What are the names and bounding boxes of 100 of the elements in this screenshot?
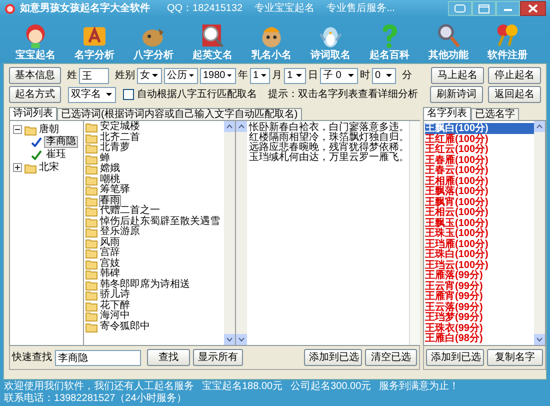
close-icon	[528, 4, 538, 13]
dropdown[interactable]: 1	[284, 68, 306, 84]
list-item[interactable]: 风雨	[99, 238, 121, 248]
poem-line: 远路应悲春晼晚，残宵犹得梦依稀。	[249, 143, 409, 153]
list-item[interactable]: 嫦娥	[99, 164, 121, 174]
dropdown[interactable]: 双字名	[68, 86, 116, 102]
list-item[interactable]: 悼伤后赴东蜀辟至散关遇雪	[99, 216, 221, 227]
dropdown[interactable]: 子 0	[320, 68, 358, 84]
list-item[interactable]: 筹笔驿	[99, 185, 131, 196]
folder-icon	[85, 216, 98, 228]
tree-item[interactable]: 李商隐	[44, 136, 78, 148]
caret-icon	[386, 74, 392, 77]
scroll-up-icon	[224, 121, 235, 132]
tree-item[interactable]: 崔珏	[44, 150, 68, 160]
header-text: 专业宝宝起名	[254, 4, 315, 14]
list-item[interactable]: 韩冬郎即席为诗相送	[99, 280, 191, 290]
back-button[interactable]: 返回起名	[488, 86, 541, 103]
dropdown[interactable]: 女	[137, 68, 162, 84]
search-field[interactable]: 李商隐	[55, 350, 141, 366]
list-item[interactable]: 北青萝	[99, 143, 131, 154]
close-button[interactable]	[520, 1, 546, 16]
checkbox-label: 自动根据八字五行匹配取名	[137, 90, 257, 100]
info-button[interactable]: 基本信息	[9, 67, 61, 84]
list-item[interactable]: 王珰雁(100分)	[425, 238, 534, 249]
list-item[interactable]: 王相云(100分)	[425, 207, 534, 218]
expand-icon[interactable]	[13, 163, 22, 172]
list-item[interactable]: 宫妓	[99, 258, 121, 269]
search-button[interactable]: 查找	[147, 349, 190, 366]
folder-icon	[85, 142, 98, 154]
tree-item[interactable]: 唐朝	[39, 124, 59, 134]
window-button[interactable]	[472, 1, 496, 16]
list-item[interactable]: 王珠衣(99分)	[425, 322, 534, 333]
window-button[interactable]	[448, 1, 472, 16]
list-item[interactable]: 骄儿诗	[99, 290, 131, 300]
method-button[interactable]: 起名方式	[9, 86, 61, 103]
add-button[interactable]: 添加到已选	[304, 349, 362, 366]
list-item[interactable]: 王珰云(100分)	[425, 260, 534, 270]
tab[interactable]: 已选诗词(根据诗词内容或自己输入文字自动匹配取名)	[57, 108, 302, 120]
field-label: 分	[402, 70, 412, 80]
collapse-icon[interactable]	[13, 125, 22, 134]
scroll-down-icon	[224, 334, 235, 345]
caret-icon	[296, 74, 302, 77]
tab[interactable]: 已选名字	[471, 108, 519, 120]
start-button[interactable]: 马上起名	[431, 67, 484, 84]
clear-button[interactable]: 清空已选	[365, 349, 417, 366]
folder-icon	[85, 236, 98, 249]
list-item[interactable]: 寄令狐郎中	[99, 322, 151, 332]
list-item[interactable]: 北齐二首	[99, 132, 141, 143]
list-item[interactable]: 王春雁(100分)	[425, 154, 534, 165]
add-button[interactable]: 添加到已选	[426, 349, 484, 366]
dropdown[interactable]: 公历	[164, 68, 198, 84]
list-item[interactable]: 王红云(100分)	[425, 144, 534, 154]
list-item[interactable]: 安定城楼	[99, 122, 141, 132]
status-text: 服务到满意为止！	[379, 382, 460, 392]
scroll-up-icon	[534, 121, 545, 132]
folder-icon	[24, 162, 37, 174]
folder-icon	[85, 132, 98, 144]
tab[interactable]: 名字列表	[423, 107, 471, 120]
list-item[interactable]: 王春云(100分)	[425, 165, 534, 176]
scrollbar[interactable]	[224, 121, 235, 345]
list-item[interactable]: 王飘宵(100分)	[425, 196, 534, 207]
tree-item[interactable]: 北宋	[39, 162, 59, 172]
checkbox[interactable]	[123, 89, 134, 100]
refresh-button[interactable]: 刷新诗词	[430, 86, 483, 103]
copy-button[interactable]: 复制名字	[487, 349, 543, 366]
stop-button[interactable]: 停止起名	[488, 67, 541, 84]
list-item[interactable]: 王飘落(100分)	[425, 186, 534, 196]
list-item[interactable]: 王飘白(100分)	[425, 123, 534, 134]
list-item[interactable]: 王飘玉(100分)	[425, 218, 534, 228]
folder-icon	[85, 247, 98, 260]
list-item[interactable]: 王云宵(99分)	[425, 280, 534, 291]
dropdown[interactable]: 1	[250, 68, 270, 84]
tab[interactable]: 诗词列表	[9, 107, 57, 120]
list-item[interactable]: 王相雁(100分)	[425, 176, 534, 186]
list-item[interactable]: 王雁落(99分)	[425, 270, 534, 280]
magnifier-icon	[435, 22, 462, 49]
list-item[interactable]: 花下醉	[99, 300, 131, 311]
list-item[interactable]: 登乐游原	[99, 227, 141, 238]
list-item[interactable]: 蝉	[99, 154, 111, 164]
caret-icon	[227, 74, 232, 77]
list-item[interactable]: 韩碑	[99, 269, 121, 280]
list-item[interactable]: 海河中	[99, 311, 131, 322]
list-item[interactable]: 王雁白(98分)	[425, 333, 534, 344]
app-icon	[4, 2, 16, 14]
dropdown[interactable]: 1980	[200, 68, 236, 84]
list-item[interactable]: 王珰梦(99分)	[425, 312, 534, 322]
folder-icon	[85, 268, 98, 280]
show-all-button[interactable]: 显示所有	[193, 349, 243, 366]
list-item[interactable]: 王云落(99分)	[425, 302, 534, 312]
list-item[interactable]: 代赠二首之一	[99, 206, 161, 216]
list-item[interactable]: 王雁宵(99分)	[425, 291, 534, 302]
list-item[interactable]: 王红雁(100分)	[425, 134, 534, 144]
list-item[interactable]: 王珠玉(100分)	[425, 228, 534, 238]
dropdown[interactable]: 0	[372, 68, 396, 84]
surname-field[interactable]: 王	[79, 68, 109, 84]
scrollbar[interactable]	[236, 121, 247, 345]
list-item[interactable]: 嘲桃	[99, 174, 121, 185]
list-item[interactable]: 王珠白(100分)	[425, 249, 534, 260]
list-item[interactable]: 宫辞	[99, 248, 121, 258]
scrollbar[interactable]	[534, 121, 545, 345]
